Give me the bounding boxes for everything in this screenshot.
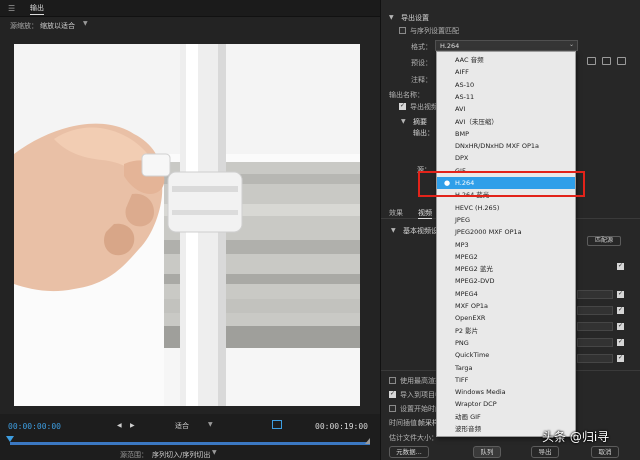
format-option[interactable]: JPEG — [437, 214, 575, 226]
format-select[interactable]: H.264 ⌄ — [435, 40, 578, 51]
output-name-label: 输出名称： — [389, 91, 424, 99]
export-button[interactable]: 导出 — [531, 446, 559, 458]
setting-checkbox-3[interactable] — [617, 306, 624, 314]
source-scaling-bar: 源缩放： 缩放以适合 ▼ — [0, 18, 380, 34]
duration-timecode: 00:00:19:00 — [315, 422, 368, 431]
match-source-button[interactable]: 匹配源 — [587, 236, 621, 246]
format-option[interactable]: MP3 — [437, 239, 575, 251]
format-dropdown-list[interactable]: AAC 音频 AIFF AS-10 AS-11 AVI AVI（未压缩） BMP DNxHR/… — [436, 51, 576, 437]
chevron-down-icon[interactable]: ▼ — [212, 449, 217, 456]
format-option[interactable]: BMP — [437, 128, 575, 140]
estimated-size-label: 估计文件大小： — [389, 434, 438, 442]
delete-preset-icon[interactable] — [617, 57, 626, 65]
crop-icon[interactable] — [272, 420, 282, 429]
source-scaling-select[interactable]: 缩放以适合 — [40, 21, 75, 31]
format-option[interactable]: MPEG2 蓝光 — [437, 263, 575, 275]
setting-checkbox-6[interactable] — [617, 354, 624, 362]
format-option[interactable]: TIFF — [437, 374, 575, 386]
format-option[interactable]: MPEG2 — [437, 251, 575, 263]
collapse-triangle-icon[interactable]: ▼ — [389, 14, 394, 21]
format-option[interactable]: MPEG2-DVD — [437, 275, 575, 287]
format-option[interactable]: Targa — [437, 362, 575, 374]
collapse-triangle-icon[interactable]: ▼ — [391, 227, 396, 234]
match-sequence-label: 与序列设置匹配 — [410, 27, 459, 35]
source-range-select[interactable]: 序列切入/序列切出 — [152, 450, 210, 460]
setting-checkbox-4[interactable] — [617, 322, 624, 330]
format-value: H.264 — [440, 42, 460, 50]
format-option[interactable]: Wraptor DCP — [437, 398, 575, 410]
import-preset-icon[interactable] — [602, 57, 611, 65]
timeline-track[interactable] — [10, 442, 370, 445]
setting-field-3[interactable] — [577, 322, 613, 331]
format-option[interactable]: AS-11 — [437, 91, 575, 103]
format-option[interactable]: 动画 GIF — [437, 411, 575, 423]
summary-title: 摘要 — [413, 118, 427, 126]
chevron-down-icon[interactable]: ▼ — [208, 421, 213, 428]
hamburger-icon[interactable]: ☰ — [8, 4, 15, 13]
setting-checkbox-5[interactable] — [617, 338, 624, 346]
export-video-checkbox[interactable] — [399, 102, 406, 110]
collapse-triangle-icon[interactable]: ▼ — [401, 118, 406, 125]
source-range-label: 源范围： — [120, 451, 148, 459]
match-sequence-checkbox[interactable] — [399, 27, 406, 34]
tab-effects[interactable]: 效果 — [389, 208, 403, 218]
queue-button[interactable]: 队列 — [473, 446, 501, 458]
format-option[interactable]: MPEG4 — [437, 288, 575, 300]
format-label: 格式： — [411, 43, 432, 51]
setting-checkbox-2[interactable] — [617, 290, 624, 298]
format-option[interactable]: HEVC (H.265) — [437, 202, 575, 214]
format-option[interactable]: OpenEXR — [437, 312, 575, 324]
format-option[interactable]: MXF OP1a — [437, 300, 575, 312]
export-preview-panel: ☰ 输出 源缩放： 缩放以适合 ▼ 00:00:00:00 ◀ ▶ 适合 ▼ 0… — [0, 0, 380, 460]
export-settings-title: 导出设置 — [401, 14, 429, 22]
save-preset-icon[interactable] — [587, 57, 596, 65]
format-option[interactable]: AS-10 — [437, 79, 575, 91]
tab-video[interactable]: 视频 — [418, 208, 432, 219]
export-video-label: 导出视频 — [410, 103, 438, 111]
timeline-bar: 00:00:00:00 ◀ ▶ 适合 ▼ 00:00:19:00 源范围： 序列… — [0, 414, 380, 460]
metadata-button[interactable]: 元数据... — [389, 446, 429, 458]
setting-field-4[interactable] — [577, 338, 613, 347]
setting-checkbox-1[interactable] — [617, 262, 624, 270]
mark-in-icon[interactable]: ◀ — [117, 422, 122, 429]
start-timecode-checkbox[interactable] — [389, 405, 396, 412]
watermark-text: 头条 @归i寻 — [542, 430, 610, 444]
out-point-marker[interactable] — [365, 438, 370, 444]
format-option[interactable]: PNG — [437, 337, 575, 349]
panel-tab-bar: ☰ 输出 — [0, 0, 380, 17]
summary-output-label: 输出： — [413, 129, 434, 137]
preview-frame-image — [14, 44, 360, 406]
tab-output[interactable]: 输出 — [30, 3, 44, 15]
playhead-handle[interactable] — [6, 436, 14, 442]
format-option[interactable]: AVI — [437, 103, 575, 115]
import-into-project-checkbox[interactable] — [389, 390, 396, 398]
preset-label: 预设： — [411, 59, 432, 67]
setting-field-2[interactable] — [577, 306, 613, 315]
format-option[interactable]: DPX — [437, 152, 575, 164]
format-option[interactable]: AIFF — [437, 66, 575, 78]
selection-highlight-box — [418, 171, 585, 197]
zoom-fit-select[interactable]: 适合 — [175, 421, 189, 431]
format-option[interactable]: JPEG2000 MXF OP1a — [437, 226, 575, 238]
comments-label: 注释： — [411, 76, 432, 84]
video-preview — [14, 44, 360, 406]
format-option[interactable]: DNxHR/DNxHD MXF OP1a — [437, 140, 575, 152]
format-option[interactable]: Windows Media — [437, 386, 575, 398]
current-timecode[interactable]: 00:00:00:00 — [8, 422, 61, 431]
source-scaling-label: 源缩放： — [10, 22, 38, 30]
setting-field-5[interactable] — [577, 354, 613, 363]
format-option[interactable]: QuickTime — [437, 349, 575, 361]
cancel-button[interactable]: 取消 — [591, 446, 619, 458]
mark-out-icon[interactable]: ▶ — [130, 422, 135, 429]
setting-field-1[interactable] — [577, 290, 613, 299]
chevron-down-icon[interactable]: ⌄ — [569, 41, 574, 48]
format-option[interactable]: AVI（未压缩） — [437, 116, 575, 128]
format-option[interactable]: P2 影片 — [437, 325, 575, 337]
max-render-quality-checkbox[interactable] — [389, 377, 396, 384]
chevron-down-icon[interactable]: ▼ — [83, 20, 88, 27]
format-option[interactable]: AAC 音频 — [437, 54, 575, 66]
